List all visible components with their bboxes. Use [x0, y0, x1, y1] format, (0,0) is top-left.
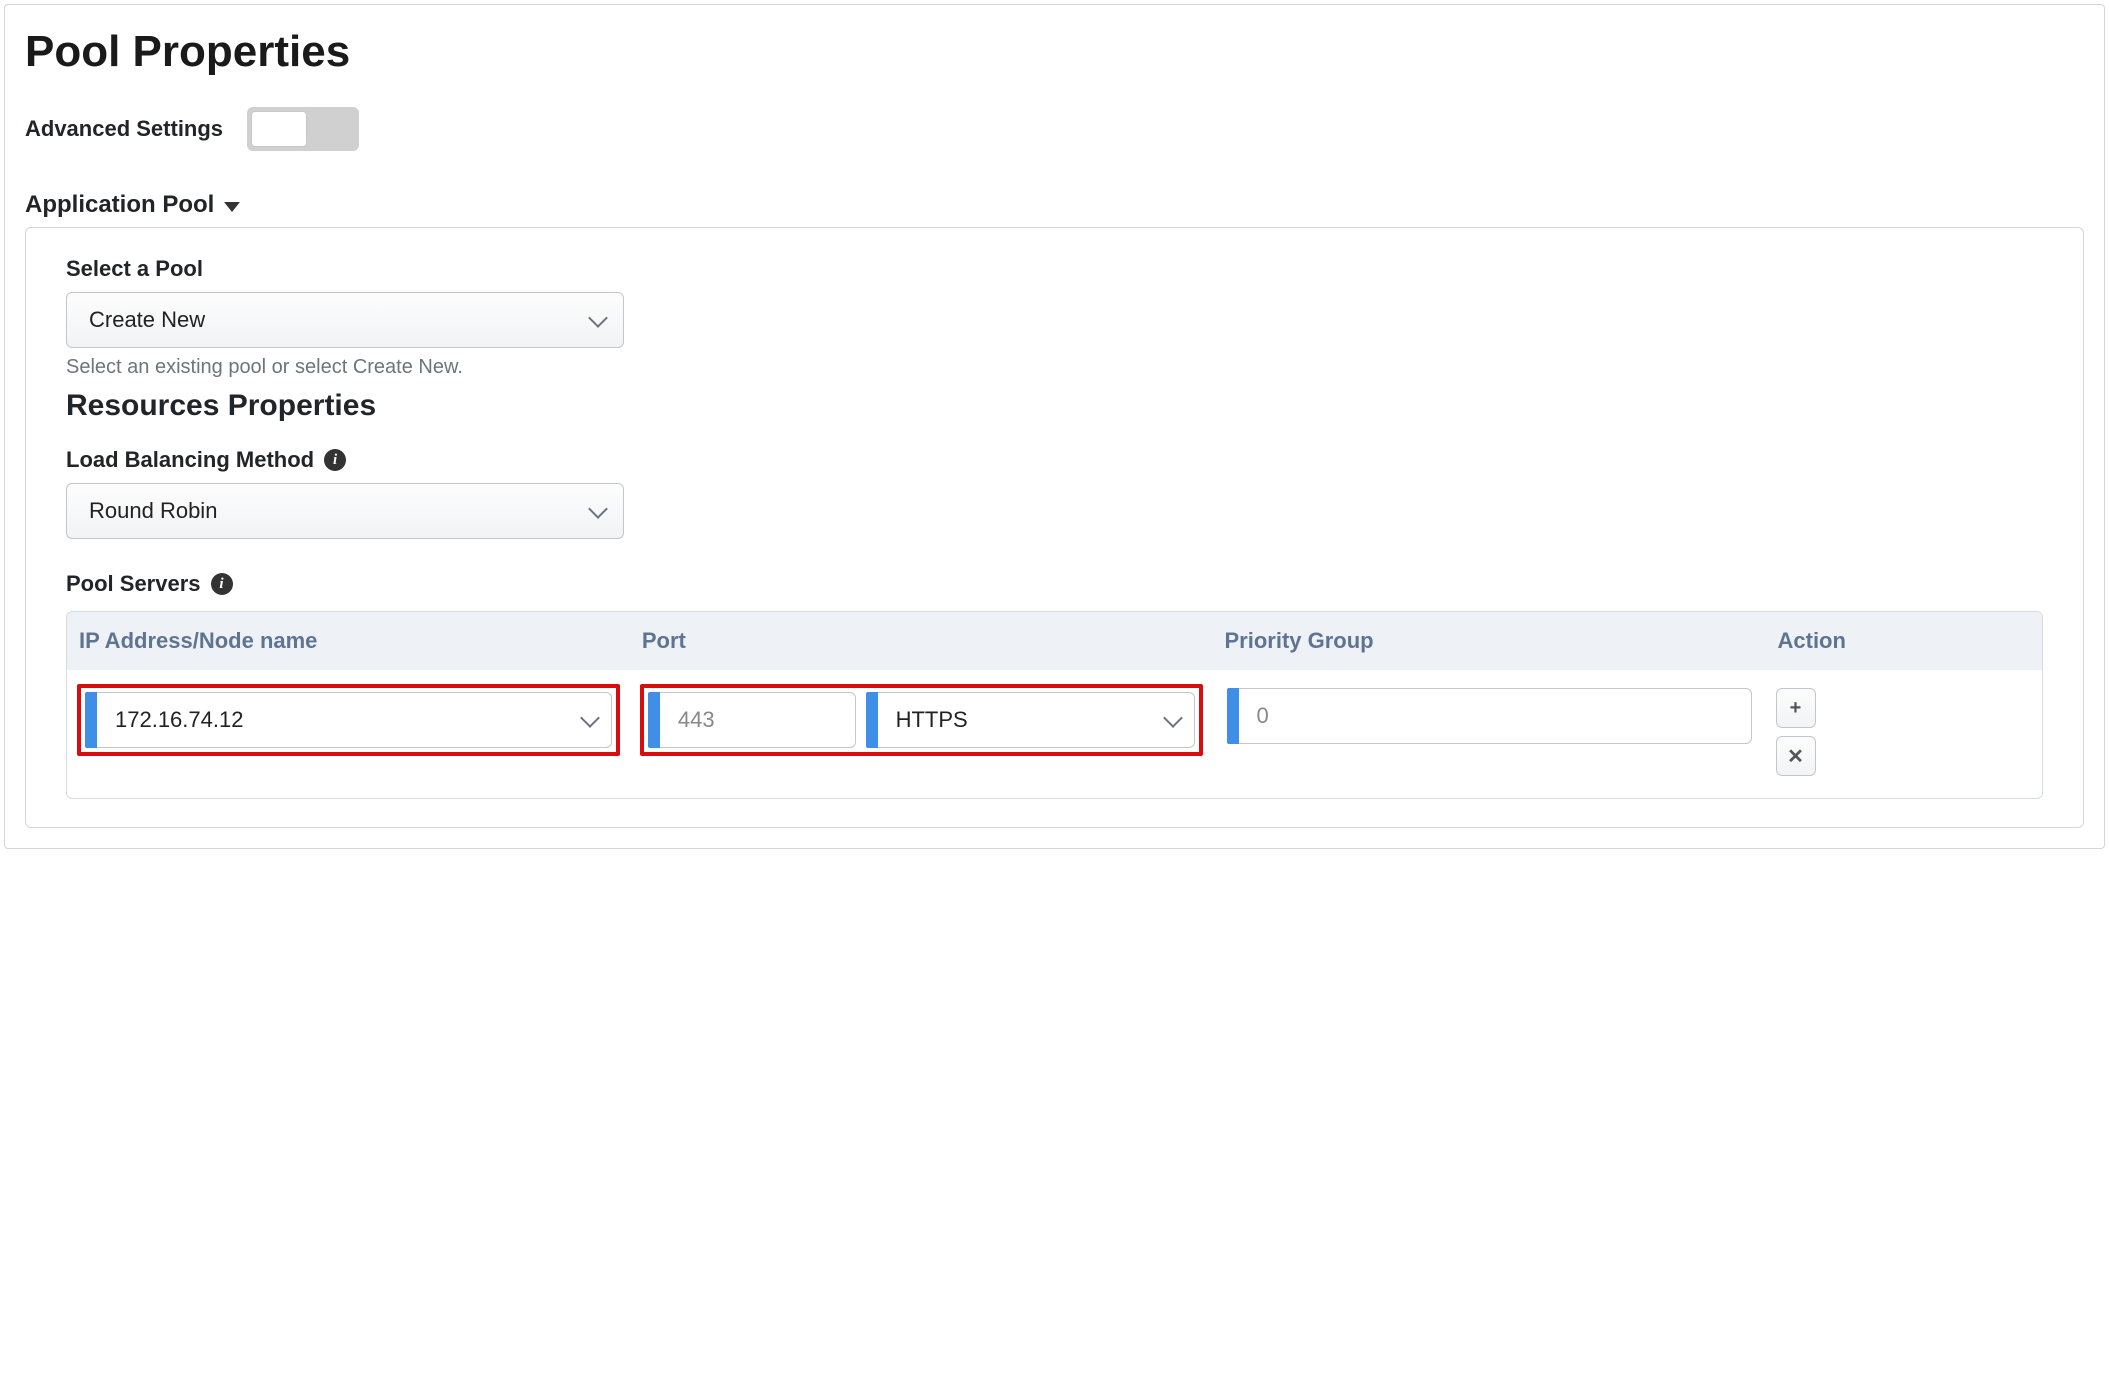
edit-indicator-bar [866, 692, 878, 748]
lb-method-value: Round Robin [89, 498, 217, 524]
chevron-down-icon [588, 308, 608, 328]
application-pool-panel: Select a Pool Create New Select an exist… [25, 227, 2084, 828]
plus-icon: + [1790, 697, 1802, 720]
lb-method-label: Load Balancing Method i [66, 447, 2043, 473]
select-pool-dropdown[interactable]: Create New [66, 292, 624, 348]
advanced-settings-label: Advanced Settings [25, 116, 223, 142]
col-action: Action [1766, 612, 2043, 670]
port-input[interactable]: 443 [660, 692, 856, 748]
pool-servers-table: IP Address/Node name Port Priority Group… [66, 611, 2043, 799]
protocol-dropdown[interactable]: HTTPS [878, 692, 1195, 748]
lb-method-label-text: Load Balancing Method [66, 447, 314, 473]
select-pool-value: Create New [89, 307, 205, 333]
chevron-down-icon [588, 499, 608, 519]
ip-node-input[interactable]: 172.16.74.12 [97, 692, 612, 748]
port-value: 443 [678, 707, 715, 733]
toggle-knob [251, 111, 307, 147]
col-pg: Priority Group [1213, 612, 1766, 670]
application-pool-header[interactable]: Application Pool [25, 191, 2084, 219]
remove-row-button[interactable]: ✕ [1776, 736, 1816, 776]
pool-properties-panel: Pool Properties Advanced Settings Applic… [4, 4, 2105, 849]
advanced-settings-toggle[interactable] [247, 107, 359, 151]
lb-method-dropdown[interactable]: Round Robin [66, 483, 624, 539]
resources-properties-title: Resources Properties [66, 389, 2043, 423]
edit-indicator-bar [1227, 688, 1239, 744]
highlight-ip: 172.16.74.12 [77, 684, 620, 756]
table-row: 172.16.74.12 [67, 670, 2042, 798]
protocol-value: HTTPS [896, 707, 968, 733]
add-row-button[interactable]: + [1776, 688, 1816, 728]
info-icon[interactable]: i [211, 573, 233, 595]
table-header-row: IP Address/Node name Port Priority Group… [67, 612, 2042, 670]
ip-node-value: 172.16.74.12 [115, 707, 243, 733]
select-pool-label: Select a Pool [66, 256, 2043, 282]
application-pool-title: Application Pool [25, 191, 214, 219]
edit-indicator-bar [85, 692, 97, 748]
priority-group-value: 0 [1257, 703, 1269, 729]
edit-indicator-bar [648, 692, 660, 748]
col-port: Port [630, 612, 1213, 670]
caret-down-icon [224, 202, 240, 212]
col-ip: IP Address/Node name [67, 612, 630, 670]
priority-group-input[interactable]: 0 [1239, 688, 1752, 744]
highlight-port: 443 HTTPS [640, 684, 1203, 756]
pool-servers-label: Pool Servers i [66, 571, 2043, 597]
info-icon[interactable]: i [324, 449, 346, 471]
chevron-down-icon [580, 708, 600, 728]
page-title: Pool Properties [25, 27, 2084, 77]
pool-servers-label-text: Pool Servers [66, 571, 201, 597]
advanced-settings-row: Advanced Settings [25, 107, 2084, 151]
close-icon: ✕ [1787, 744, 1804, 769]
select-pool-help: Select an existing pool or select Create… [66, 356, 2043, 379]
chevron-down-icon [1163, 708, 1183, 728]
